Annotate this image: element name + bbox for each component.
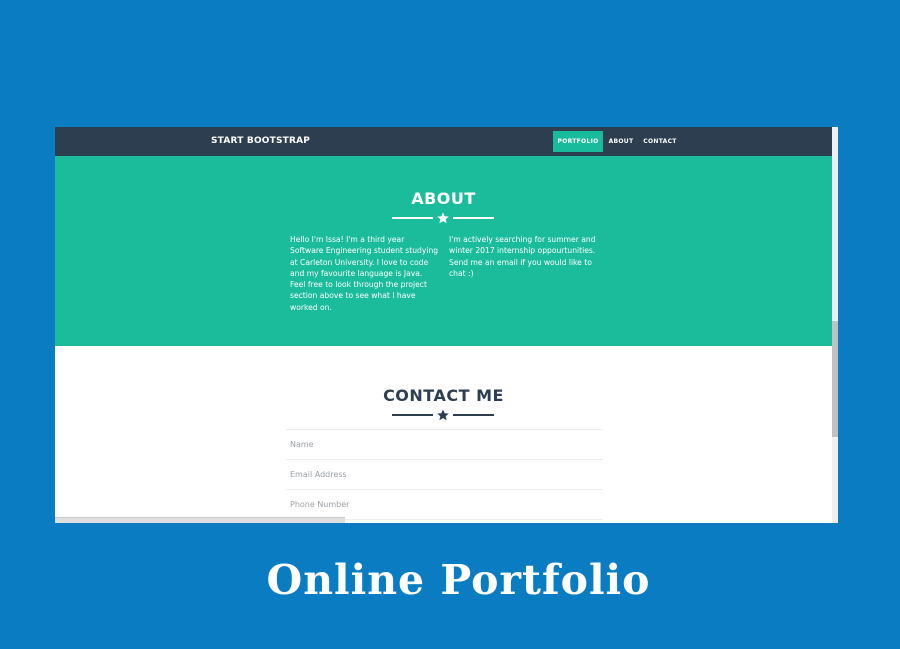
name-field-placeholder: Name (290, 440, 314, 449)
about-divider (392, 212, 494, 224)
nav-item-portfolio[interactable]: PORTFOLIO (553, 131, 603, 152)
status-bar (55, 517, 345, 523)
scrollbar-thumb[interactable] (832, 321, 838, 437)
about-text-right: I'm actively searching for summer and wi… (449, 235, 596, 278)
star-icon (437, 212, 449, 224)
phone-field[interactable]: Phone Number (286, 490, 603, 520)
navbar-brand[interactable]: START BOOTSTRAP (211, 136, 310, 146)
about-section: ABOUT Hello I'm Issa! I'm a third year S… (55, 156, 832, 346)
navbar: START BOOTSTRAP PORTFOLIO ABOUT CONTACT (55, 127, 832, 156)
about-text-left: Hello I'm Issa! I'm a third year Softwar… (290, 235, 439, 312)
caption-title: Online Portfolio (266, 556, 651, 604)
name-field[interactable]: Name (286, 430, 603, 460)
email-field[interactable]: Email Address (286, 460, 603, 490)
star-icon (437, 409, 449, 421)
phone-field-placeholder: Phone Number (290, 500, 350, 509)
nav-item-about[interactable]: ABOUT (607, 131, 635, 152)
nav-item-contact[interactable]: CONTACT (641, 131, 679, 152)
contact-divider (392, 409, 494, 421)
email-field-placeholder: Email Address (290, 470, 347, 479)
contact-title: CONTACT ME (383, 386, 504, 405)
about-title: ABOUT (411, 189, 476, 208)
browser-window: START BOOTSTRAP PORTFOLIO ABOUT CONTACT … (55, 127, 838, 523)
